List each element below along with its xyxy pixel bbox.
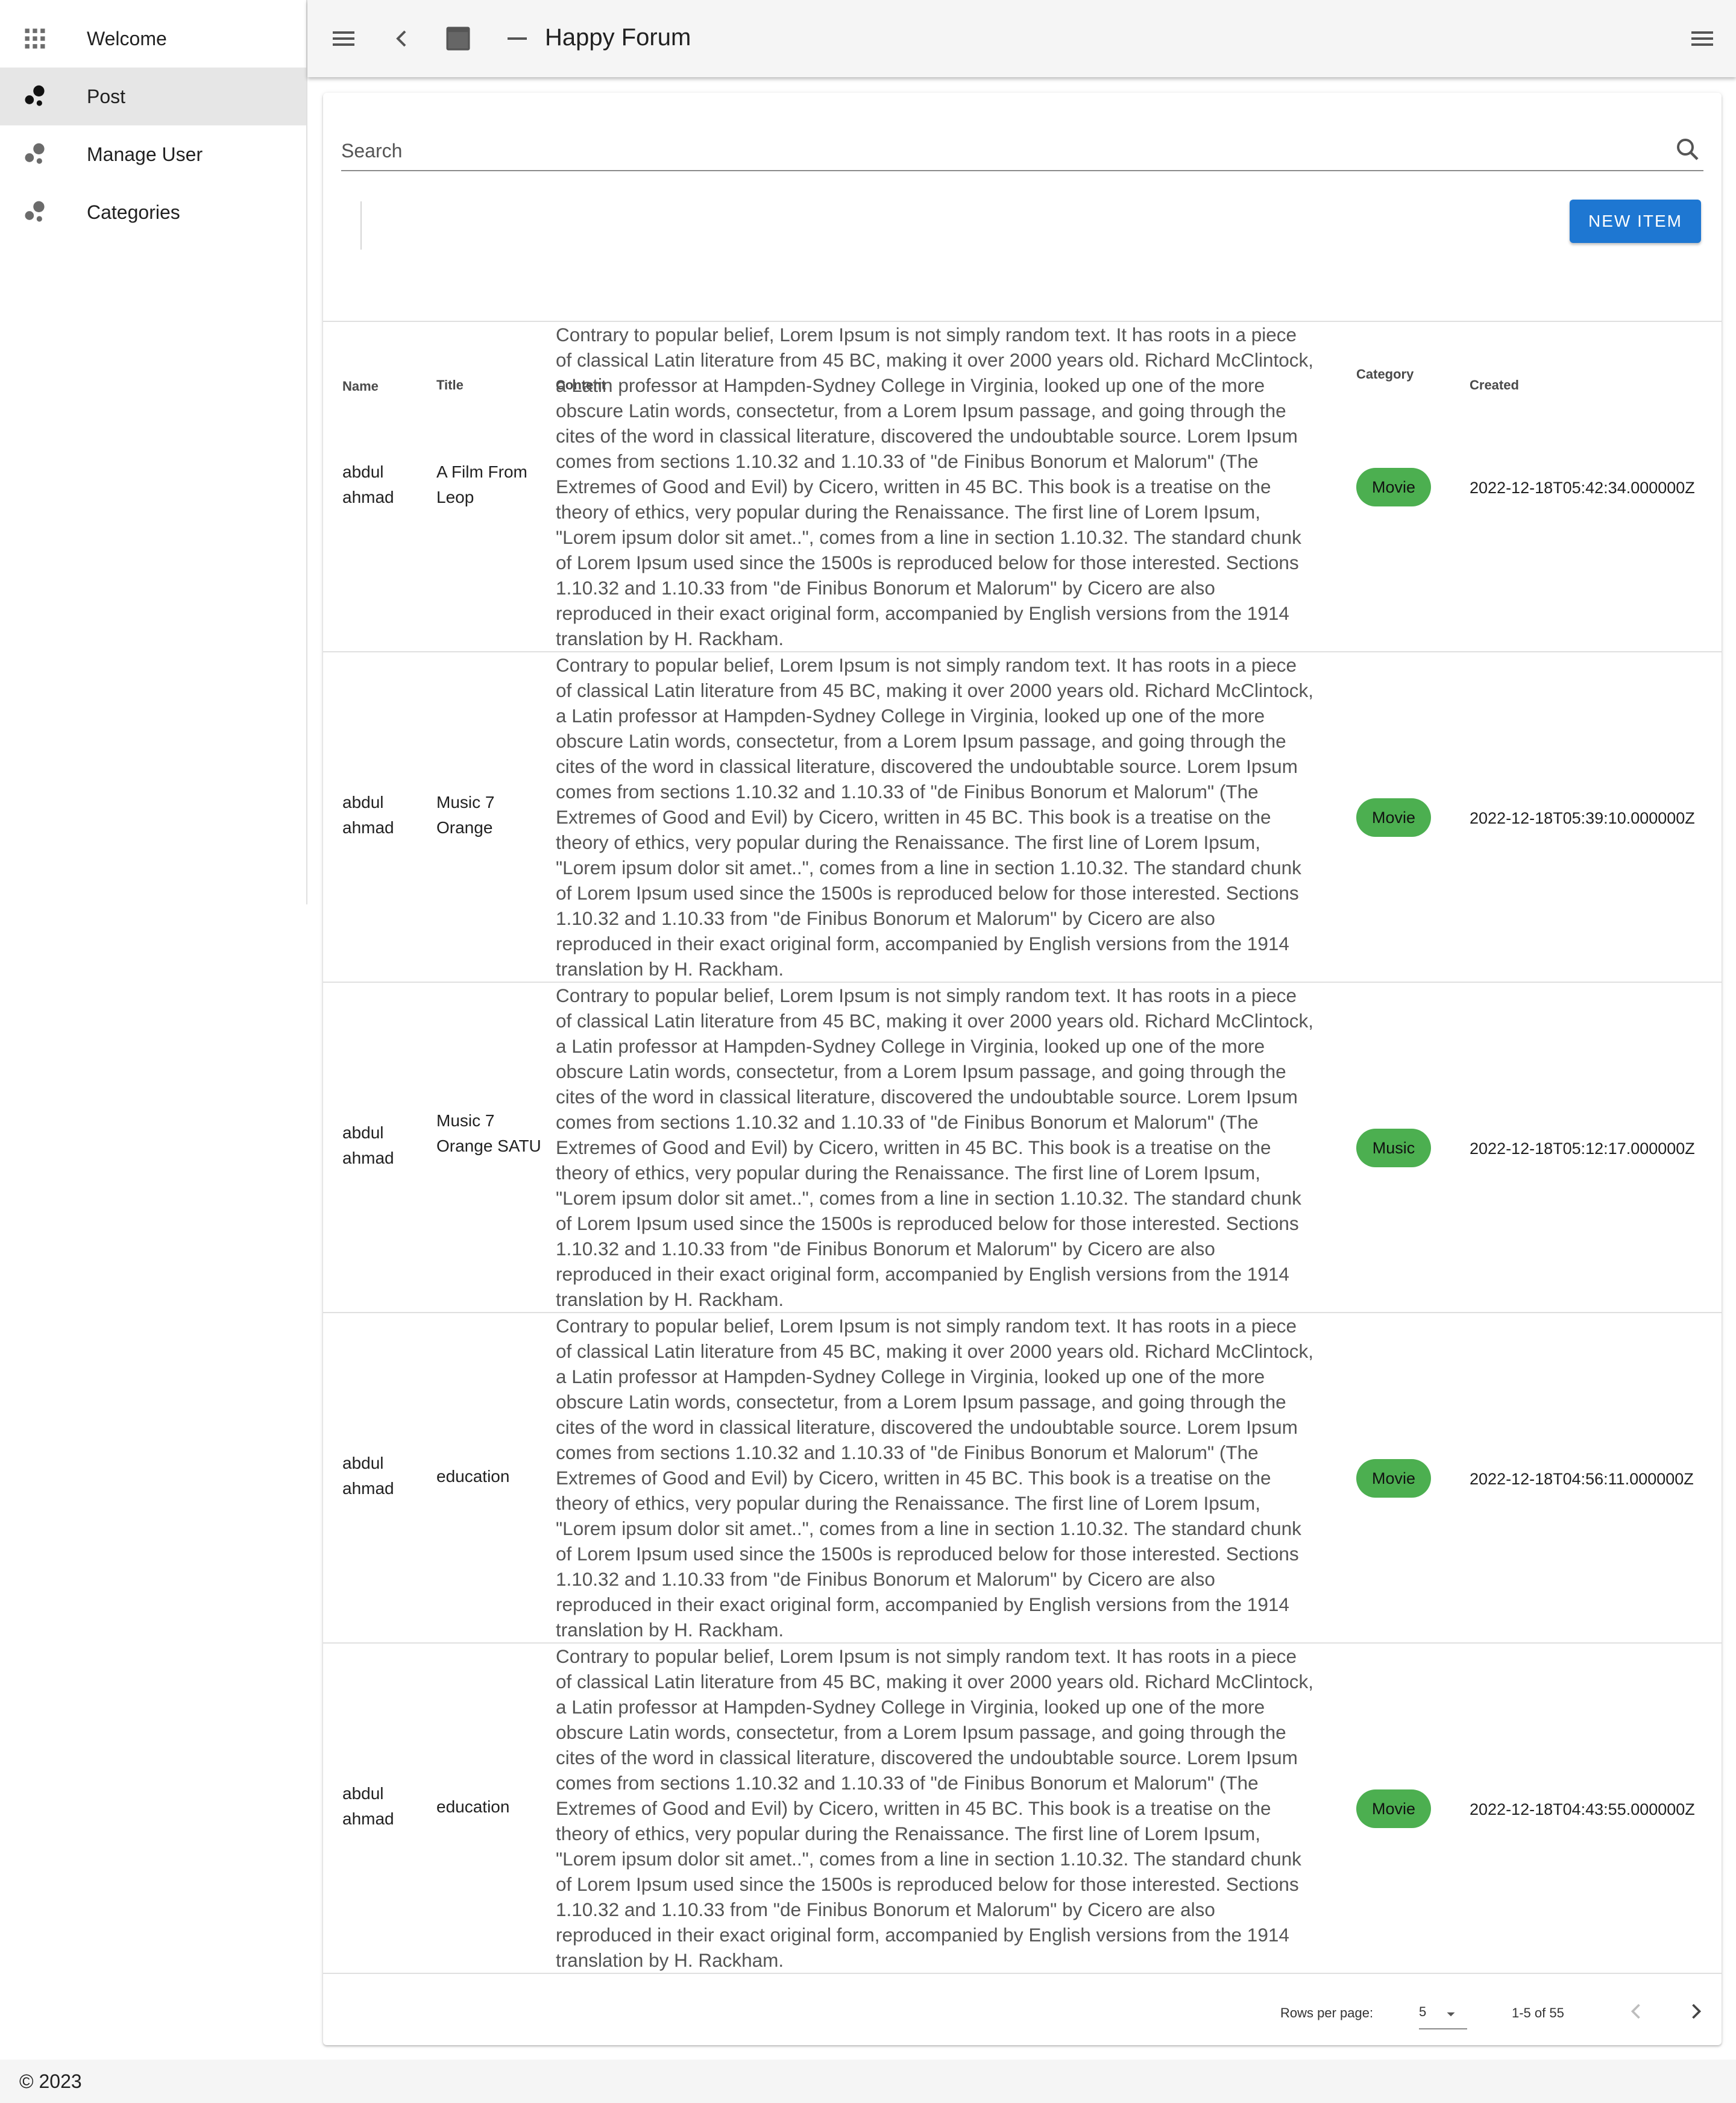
arrow-drop-down-icon (1447, 2012, 1455, 2017)
menu-icon[interactable] (1688, 24, 1717, 53)
table-row[interactable]: abdul ahmad Music 7 Orange SATU Contrary… (323, 983, 1722, 1313)
bubble-chart-icon (25, 85, 45, 106)
cell-created: 2022-12-18T05:39:10.000000Z (1470, 809, 1695, 827)
table-row[interactable]: abdul ahmad A Film From Leop Contrary to… (323, 322, 1722, 652)
chevron-left-icon[interactable] (1623, 1998, 1649, 2025)
cell-name: abdul ahmad (342, 1123, 394, 1167)
category-chip[interactable]: Movie (1356, 798, 1431, 837)
cell-content: Contrary to popular belief, Lorem Ipsum … (556, 985, 1314, 1310)
table-row[interactable]: abdul ahmad education Contrary to popula… (323, 1313, 1722, 1644)
app-title: Happy Forum (545, 24, 691, 51)
apps-grid-icon (25, 28, 45, 49)
bubble-chart-icon (25, 201, 45, 222)
cell-content: Contrary to popular belief, Lorem Ipsum … (556, 654, 1314, 980)
sidebar-item-post[interactable]: Post (0, 68, 306, 125)
category-chip[interactable]: Music (1356, 1129, 1431, 1167)
table-pagination: Rows per page: 5 1-5 of 55 (323, 1980, 1722, 2040)
category-chip[interactable]: Movie (1356, 1459, 1431, 1498)
rows-per-page-label: Rows per page: (1280, 2005, 1374, 2020)
cell-title: Music 7 Orange (436, 793, 495, 837)
table-header: Name Title Content Category Created (323, 254, 1722, 394)
app-bar: Happy Forum (307, 0, 1736, 77)
cell-created: 2022-12-18T05:42:34.000000Z (1470, 479, 1695, 497)
sidebar-item-categories[interactable]: Categories (0, 183, 306, 241)
sidebar-item-label: Categories (87, 201, 180, 223)
cell-name: abdul ahmad (342, 462, 394, 506)
category-chip[interactable]: Movie (1356, 1789, 1431, 1828)
bubble-chart-icon (25, 143, 45, 164)
sidebar-item-label: Post (87, 85, 126, 107)
cell-title: Music 7 Orange SATU (436, 1111, 541, 1155)
table-row[interactable]: abdul ahmad education Contrary to popula… (323, 1644, 1722, 1974)
menu-icon[interactable] (329, 24, 358, 53)
cell-created: 2022-12-18T04:43:55.000000Z (1470, 1800, 1695, 1818)
page-footer: © 2023 (0, 2060, 1736, 2103)
cell-name: abdul ahmad (342, 1454, 394, 1498)
table-row[interactable]: abdul ahmad Music 7 Orange Contrary to p… (323, 652, 1722, 983)
sidebar-item-welcome[interactable]: Welcome (0, 10, 306, 68)
cell-name: abdul ahmad (342, 1784, 394, 1828)
cell-content: Contrary to popular belief, Lorem Ipsum … (556, 1645, 1314, 1971)
toolbar-divider (360, 201, 362, 250)
cell-content: Contrary to popular belief, Lorem Ipsum … (556, 324, 1314, 649)
search-input[interactable] (341, 135, 1703, 171)
new-item-button[interactable]: NEW ITEM (1570, 200, 1701, 243)
sidebar-item-manage-user[interactable]: Manage User (0, 125, 306, 183)
cell-created: 2022-12-18T05:12:17.000000Z (1470, 1140, 1695, 1158)
pagination-range: 1-5 of 55 (1512, 2005, 1564, 2020)
cell-name: abdul ahmad (342, 793, 394, 837)
window-icon[interactable] (442, 23, 474, 54)
post-table-card: NEW ITEM Name Title Content Category Cre… (323, 93, 1722, 2045)
cell-title: education (436, 1797, 510, 1816)
copyright-text: © 2023 (19, 2070, 82, 2092)
cell-content: Contrary to popular belief, Lorem Ipsum … (556, 1315, 1314, 1641)
search-icon[interactable] (1673, 135, 1702, 164)
chevron-left-icon[interactable] (387, 24, 416, 53)
sidebar-item-label: Welcome (87, 27, 167, 49)
sidebar-item-label: Manage User (87, 143, 203, 165)
category-chip[interactable]: Movie (1356, 468, 1431, 506)
cell-title: A Film From Leop (436, 462, 527, 506)
rows-per-page-select[interactable]: 5 (1419, 1998, 1467, 2029)
rows-per-page-value: 5 (1419, 2004, 1427, 2019)
sidebar: Welcome Post Manage User Categories (0, 0, 307, 904)
cell-created: 2022-12-18T04:56:11.000000Z (1470, 1470, 1694, 1488)
cell-title: education (436, 1467, 510, 1486)
minimize-icon[interactable] (503, 24, 532, 53)
chevron-right-icon[interactable] (1683, 1998, 1709, 2025)
